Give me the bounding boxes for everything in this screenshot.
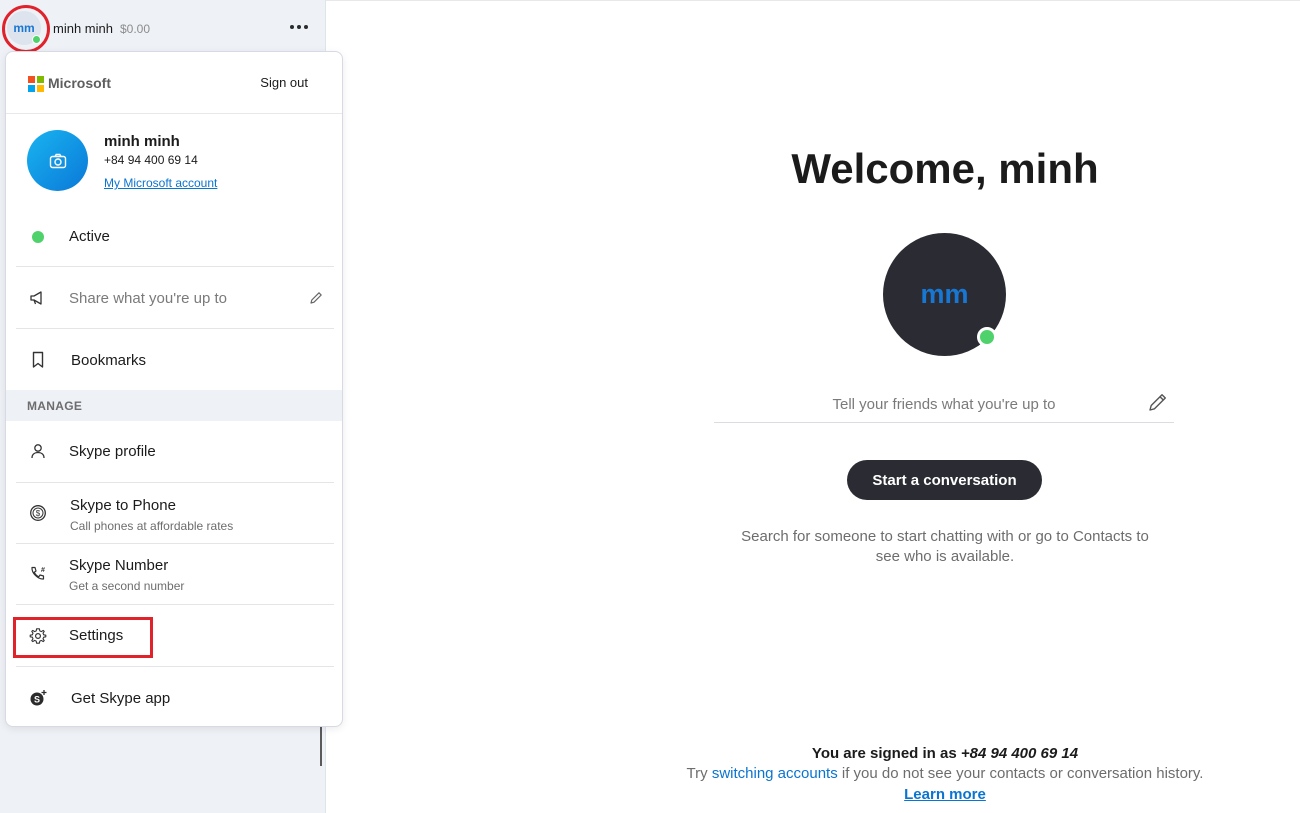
more-dot-icon [304,25,308,29]
bookmark-icon [28,350,48,370]
svg-text:S: S [34,695,40,705]
signed-in-notice: You are signed in as +84 94 400 69 14 [650,745,1240,762]
menu-item-sublabel: Get a second number [69,579,185,593]
profile-section: minh minh +84 94 400 69 14 My Microsoft … [6,114,342,204]
main-avatar-initials: mm [920,279,969,309]
status-item-active[interactable]: Active [16,204,334,267]
phone-number-icon: # [28,564,48,584]
manage-section-header: MANAGE [6,390,342,421]
settings-highlight-box [13,617,153,658]
menu-item-sublabel: Call phones at affordable rates [70,519,234,533]
menu-item-skype-to-phone[interactable]: $ Skype to Phone Call phones at affordab… [16,483,334,544]
menu-item-skype-profile[interactable]: Skype profile [16,421,334,483]
share-mood-placeholder: Share what you're up to [69,290,227,307]
profile-name: minh minh [104,133,180,150]
mood-message-field[interactable]: Tell your friends what you're up to [714,384,1174,423]
microsoft-brand: Microsoft [48,75,111,91]
skype-credit-icon: $ [28,503,48,523]
bookmarks-label: Bookmarks [71,352,147,369]
camera-icon [49,153,66,168]
mood-placeholder: Tell your friends what you're up to [832,396,1056,413]
person-icon [28,441,48,461]
microsoft-account-link[interactable]: My Microsoft account [104,176,217,190]
try-prefix: Try [686,765,712,782]
share-mood-item[interactable]: Share what you're up to [16,267,334,329]
profile-photo-button[interactable] [27,130,88,191]
edit-pencil-icon[interactable] [1146,390,1170,414]
more-dot-icon [297,25,301,29]
manage-label: MANAGE [27,399,83,413]
menu-item-skype-number[interactable]: # Skype Number Get a second number [16,544,334,605]
skype-credit[interactable]: $0.00 [120,22,150,36]
menu-item-label: Skype to Phone [70,497,176,514]
more-dot-icon [290,25,294,29]
sidebar-user-name: minh minh [53,21,113,36]
profile-phone: +84 94 400 69 14 [104,153,198,167]
signed-in-id: +84 94 400 69 14 [960,745,1079,762]
sidebar-header: mm minh minh $0.00 [0,0,326,56]
sidebar-scrollbar[interactable] [320,726,322,766]
switching-accounts-link[interactable]: switching accounts [712,765,838,782]
start-hint-text: Search for someone to start chatting wit… [741,528,1149,565]
menu-item-get-skype-app[interactable]: S Get Skype app [16,667,334,726]
edit-pencil-icon[interactable] [306,288,326,308]
learn-more-link[interactable]: Learn more [904,786,986,803]
learn-more-container: Learn more [650,786,1240,803]
switch-accounts-notice: Try switching accounts if you do not see… [650,765,1240,782]
svg-text:$: $ [36,509,41,518]
menu-item-label: Get Skype app [71,690,171,707]
highlight-circle [2,5,50,53]
signed-in-prefix: You are signed in as [811,745,961,762]
megaphone-icon [28,288,48,308]
status-label: Active [69,228,110,245]
more-options-button[interactable] [286,14,312,40]
try-suffix: if you do not see your contacts or conve… [837,765,1204,782]
top-divider [326,0,1300,1]
menu-item-label: Skype profile [69,443,156,460]
skype-logo-icon: S [28,688,48,708]
presence-icon [28,227,48,247]
welcome-heading: Welcome, minh [791,145,1099,192]
microsoft-logo-icon [28,76,44,92]
profile-menu-panel: Microsoft Sign out minh minh +84 94 400 … [5,51,343,727]
start-conversation-button[interactable]: Start a conversation [847,460,1042,500]
svg-text:#: # [41,567,45,574]
sign-out-button[interactable]: Sign out [260,75,308,90]
panel-header: Microsoft Sign out [6,52,342,114]
bookmarks-item[interactable]: Bookmarks [16,329,334,390]
menu-item-label: Skype Number [69,557,169,574]
main-presence-dot [977,327,997,347]
main-avatar[interactable]: mm [883,233,1006,356]
